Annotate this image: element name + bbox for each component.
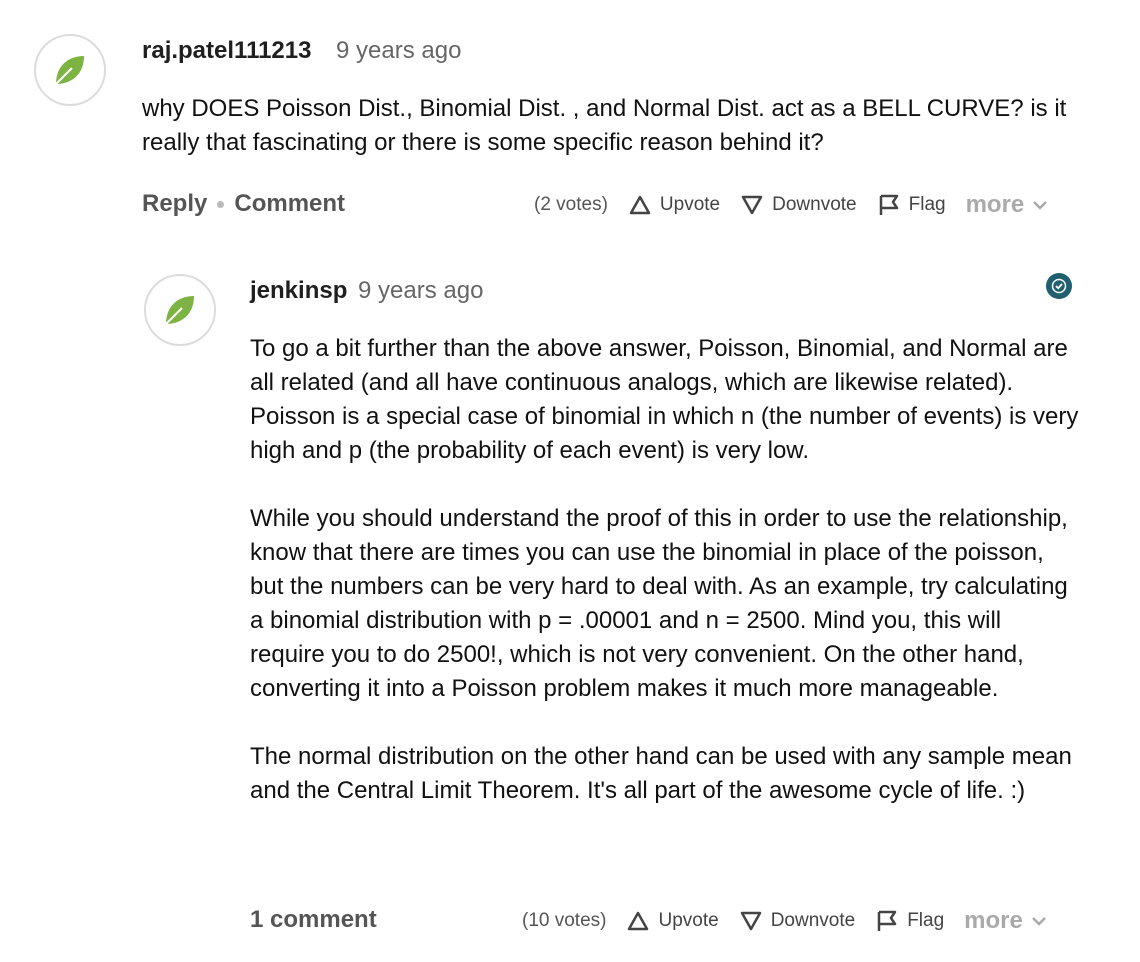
- avatar[interactable]: [144, 274, 216, 346]
- username[interactable]: raj.patel111213: [142, 37, 311, 65]
- flag-label: Flag: [908, 194, 946, 215]
- more-label: more: [964, 907, 1023, 934]
- chevron-down-icon: [1033, 201, 1048, 210]
- comment-link[interactable]: Comment: [234, 190, 345, 218]
- upvote-icon: [628, 911, 649, 931]
- upvote-button[interactable]: Upvote: [628, 194, 720, 216]
- more-label: more: [965, 191, 1025, 218]
- downvote-label: Downvote: [772, 194, 857, 215]
- reply-link[interactable]: Reply: [142, 190, 207, 218]
- upvote-label: Upvote: [659, 194, 721, 215]
- vote-count: (10 votes): [522, 910, 607, 931]
- upvote-icon: [629, 195, 651, 215]
- downvote-icon: [740, 911, 761, 931]
- discussion-thread: raj.patel111213 9 years ago why DOES Poi…: [0, 0, 1140, 962]
- username[interactable]: jenkinsp: [250, 277, 347, 305]
- answer-paragraph: While you should understand the proof of…: [250, 505, 1068, 702]
- flag-icon: [877, 910, 897, 931]
- question-body: why DOES Poisson Dist., Binomial Dist. ,…: [142, 95, 1067, 156]
- downvote-button[interactable]: Downvote: [740, 194, 857, 216]
- timestamp[interactable]: 9 years ago: [358, 277, 483, 305]
- answer-paragraph: The normal distribution on the other han…: [250, 743, 1072, 804]
- more-menu[interactable]: more: [966, 191, 1049, 219]
- downvote-icon: [741, 195, 763, 215]
- leaf-icon: [165, 296, 194, 325]
- check-icon: [1051, 278, 1067, 294]
- comments-link[interactable]: 1 comment: [250, 906, 377, 934]
- downvote-button[interactable]: Downvote: [739, 910, 856, 932]
- answer-vote-bar: (10 votes) Upvote Downvote Flag more: [522, 907, 1047, 935]
- leaf-icon: [55, 56, 84, 85]
- question-actions: Reply Comment: [142, 190, 345, 218]
- chevron-down-icon: [1031, 917, 1046, 926]
- avatar[interactable]: [34, 34, 106, 106]
- upvote-label: Upvote: [658, 910, 719, 931]
- more-menu[interactable]: more: [964, 907, 1047, 935]
- flag-label: Flag: [907, 910, 945, 931]
- answer-actions: 1 comment: [250, 906, 377, 934]
- vote-count: (2 votes): [534, 194, 608, 215]
- flag-button[interactable]: Flag: [875, 909, 944, 933]
- answer-paragraph: To go a bit further than the above answe…: [250, 335, 1079, 464]
- upvote-button[interactable]: Upvote: [626, 910, 719, 932]
- question-vote-bar: (2 votes) Upvote Downvote Flag more: [534, 191, 1048, 219]
- timestamp[interactable]: 9 years ago: [336, 37, 461, 65]
- downvote-label: Downvote: [770, 910, 856, 931]
- flag-icon: [879, 194, 898, 215]
- separator-dot: [217, 200, 225, 208]
- flag-button[interactable]: Flag: [877, 193, 946, 217]
- check-badge-icon: [1046, 273, 1072, 299]
- answer-body: To go a bit further than the above answe…: [250, 332, 1080, 808]
